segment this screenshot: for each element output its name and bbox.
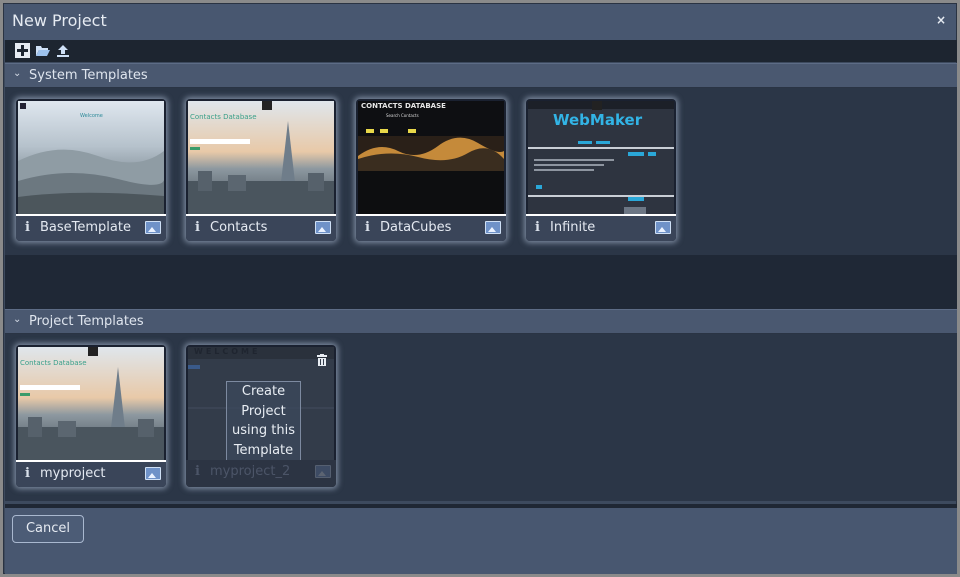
card-footer: i Infinite [526,214,676,241]
section-label: System Templates [29,68,148,83]
image-icon[interactable] [145,467,161,480]
project-templates-header[interactable]: ⌄ Project Templates [5,309,957,334]
template-name: Contacts [210,220,268,235]
thumbnail-image: Contacts Database [18,347,164,460]
thumbnail-heading: WebMaker [553,111,643,129]
system-templates-header[interactable]: ⌄ System Templates [5,63,957,88]
image-icon[interactable] [315,465,331,478]
dialog-titlebar: New Project × [4,4,956,40]
thumbnail-image: Contacts Database [188,101,334,214]
close-icon[interactable]: × [936,13,946,27]
thumbnail-image: CONTACTS DATABASE Search Contacts [358,101,504,214]
info-icon[interactable]: i [25,466,30,481]
toolbar [5,40,957,62]
new-project-dialog: New Project × ⌄ System Templates Welcome… [3,3,957,574]
info-icon[interactable]: i [195,464,200,479]
info-icon[interactable]: i [195,220,200,235]
template-name: BaseTemplate [40,220,131,235]
cancel-button[interactable]: Cancel [12,515,84,543]
template-card-contacts[interactable]: Contacts Database i Contacts [186,99,336,241]
thumbnail-heading: Welcome [80,113,103,119]
template-name: myproject [40,466,106,481]
image-icon[interactable] [485,221,501,234]
thumbnail-heading: Contacts Database [20,359,87,367]
template-card-myproject-2[interactable]: WELCOME Create Project using this Templa… [186,345,336,487]
info-icon[interactable]: i [535,220,540,235]
template-card-myproject[interactable]: Contacts Database i myproject [16,345,166,487]
chevron-down-icon: ⌄ [13,68,22,79]
info-icon[interactable]: i [365,220,370,235]
trash-icon[interactable] [317,354,327,369]
chevron-down-icon: ⌄ [13,314,22,325]
card-footer: i DataCubes [356,214,506,241]
create-project-button[interactable]: Create Project using this Template [226,381,301,460]
upload-icon[interactable] [56,43,72,59]
template-card-basetemplate[interactable]: Welcome i BaseTemplate [16,99,166,241]
card-footer: i Contacts [186,214,336,241]
template-name: myproject_2 [210,464,291,479]
image-icon[interactable] [315,221,331,234]
dialog-title: New Project [12,11,107,30]
thumbnail-image: WELCOME Create Project using this Templa… [188,347,334,460]
template-card-infinite[interactable]: WebMaker i Infinite [526,99,676,241]
image-icon[interactable] [655,221,671,234]
thumbnail-image: Welcome [18,101,164,214]
thumbnail-image: WebMaker [528,101,674,214]
dialog-footer: Cancel [5,504,957,574]
image-icon[interactable] [145,221,161,234]
template-name: Infinite [550,220,596,235]
card-footer: i myproject [16,460,166,487]
thumbnail-heading: WELCOME [194,347,261,356]
info-icon[interactable]: i [25,220,30,235]
section-spacer [5,255,957,309]
plus-icon[interactable] [15,43,31,59]
folder-open-icon[interactable] [35,43,51,59]
thumbnail-search-label: Search Contacts [386,113,419,118]
template-card-datacubes[interactable]: CONTACTS DATABASE Search Contacts i Data… [356,99,506,241]
section-label: Project Templates [29,314,144,329]
thumbnail-heading: Contacts Database [190,113,257,121]
thumbnail-heading: CONTACTS DATABASE [361,102,446,110]
card-footer: i BaseTemplate [16,214,166,241]
card-footer: i myproject_2 [186,460,336,487]
template-name: DataCubes [380,220,452,235]
